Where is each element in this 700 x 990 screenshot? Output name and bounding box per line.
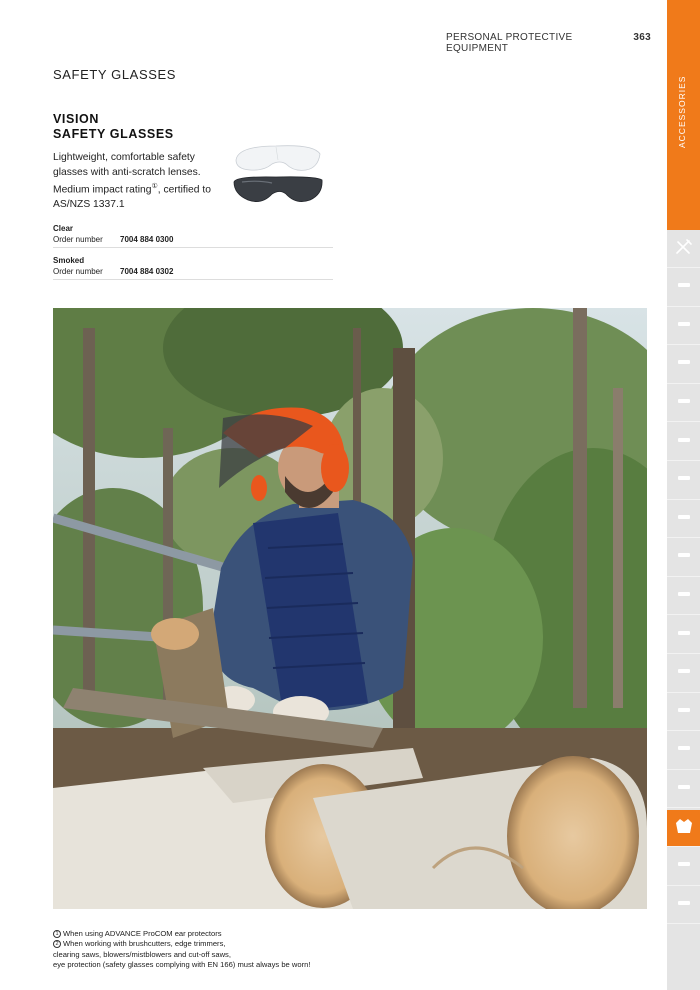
sidebar-tab-oil-can[interactable] bbox=[667, 771, 700, 809]
order-label: Order number bbox=[53, 235, 103, 244]
chapter-label: ACCESSORIES bbox=[677, 75, 687, 148]
blower-icon bbox=[674, 468, 694, 493]
chapter-sidebar: ACCESSORIES bbox=[667, 0, 700, 990]
product-title: VISION SAFETY GLASSES bbox=[53, 112, 174, 141]
running-head: PERSONAL PROTECTIVE EQUIPMENT bbox=[446, 32, 573, 54]
sidebar-tab-blower[interactable] bbox=[667, 463, 700, 500]
sidebar-tab-brushcutter[interactable] bbox=[667, 540, 700, 577]
sidebar-tab-shirt[interactable] bbox=[667, 887, 700, 925]
sidebar-tab-chainsaw[interactable] bbox=[667, 308, 700, 346]
footnote-1: 1 When using ADVANCE ProCOM ear protector… bbox=[53, 929, 353, 939]
sidebar-tab-sprayer[interactable] bbox=[667, 501, 700, 539]
order-label: Order number bbox=[53, 267, 103, 276]
footnote-1-marker: 1 bbox=[53, 930, 61, 938]
oil-can-icon bbox=[674, 777, 694, 802]
product-description: Lightweight, comfortable safety glasses … bbox=[53, 151, 213, 213]
footnote-2: 2 When working with brushcutters, edge tr… bbox=[53, 939, 353, 949]
order-number: 7004 884 0302 bbox=[120, 267, 174, 276]
trimmer-icon bbox=[674, 430, 694, 455]
brushcutter-icon bbox=[674, 545, 694, 570]
sidebar-tab-chainsaw[interactable] bbox=[667, 270, 700, 307]
sidebar-tab-vacuum[interactable] bbox=[667, 694, 700, 732]
sidebar-tab-tools[interactable] bbox=[667, 231, 700, 268]
variant-name: Smoked bbox=[53, 256, 85, 265]
product-title-line2: SAFETY GLASSES bbox=[53, 126, 174, 141]
footnote-2-marker: 2 bbox=[53, 940, 61, 949]
hedge-trimmer-icon bbox=[674, 584, 694, 609]
cutoff-saw-icon bbox=[674, 352, 694, 377]
sidebar-tab-protective-jacket[interactable] bbox=[667, 810, 700, 847]
edger-icon bbox=[674, 661, 694, 686]
forestry-worker-photo bbox=[53, 308, 647, 909]
axe-icon bbox=[674, 854, 694, 879]
page-number: 363 bbox=[633, 32, 651, 43]
sidebar-tab-axe[interactable] bbox=[667, 849, 700, 886]
sidebar-tab-cutoff-saw[interactable] bbox=[667, 347, 700, 384]
sidebar-tab-hedge-trimmer[interactable] bbox=[667, 578, 700, 616]
section-title: SAFETY GLASSES bbox=[53, 67, 177, 82]
sidebar-tab-trimmer[interactable] bbox=[667, 424, 700, 461]
chainsaw-icon bbox=[674, 314, 694, 339]
shirt-icon bbox=[674, 893, 694, 918]
pressure-washer-icon bbox=[674, 623, 694, 648]
footnote-2-line2: clearing saws, blowers/mistblowers and c… bbox=[53, 949, 231, 959]
safety-glasses-image bbox=[233, 145, 323, 202]
sprayer-icon bbox=[674, 507, 694, 532]
page-header: PERSONAL PROTECTIVE EQUIPMENT 363 bbox=[446, 32, 651, 54]
vacuum-icon bbox=[674, 700, 694, 725]
sidebar-tab-pressure-washer[interactable] bbox=[667, 617, 700, 654]
footnotes: 1 When using ADVANCE ProCOM ear protector… bbox=[53, 929, 353, 971]
order-number: 7004 884 0300 bbox=[120, 235, 174, 244]
pole-saw-icon bbox=[674, 391, 694, 416]
battery-icon bbox=[674, 738, 694, 763]
sidebar-tab-edger[interactable] bbox=[667, 656, 700, 693]
protective-jacket-icon bbox=[674, 816, 694, 841]
product-title-line1: VISION bbox=[53, 112, 99, 126]
sidebar-tab-pole-saw[interactable] bbox=[667, 385, 700, 423]
footnote-2-line3: eye protection (safety glasses complying… bbox=[53, 960, 311, 970]
sidebar-tab-battery[interactable] bbox=[667, 733, 700, 770]
variant-name: Clear bbox=[53, 224, 74, 233]
variant-smoked: Smoked Order number 7004 884 0302 bbox=[53, 256, 333, 280]
variant-clear: Clear Order number 7004 884 0300 bbox=[53, 224, 333, 248]
chapter-tab-accessories[interactable]: ACCESSORIES bbox=[667, 0, 700, 230]
tools-icon bbox=[674, 237, 694, 262]
chainsaw-icon bbox=[674, 275, 694, 300]
